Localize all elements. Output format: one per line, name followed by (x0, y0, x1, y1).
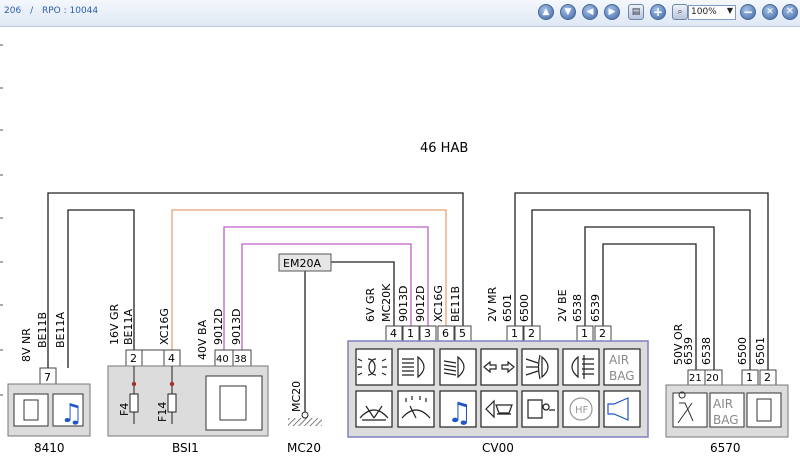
fuse-node (131, 381, 137, 387)
front-wiper-icon (355, 390, 393, 428)
fuse-f14-label: F14 (156, 402, 169, 422)
wire-label-6539: 6539 (589, 294, 602, 322)
pin-label: 5 (459, 327, 466, 340)
component-8410: 8V NR BE11B BE11A 7 ♫ 8410 (7, 312, 91, 455)
pin-label: 1 (746, 371, 753, 384)
wire-label-9013d-bsi: 9013D (230, 309, 243, 345)
pin-label: 38 (234, 354, 247, 365)
wire-label-mc20k: MC20K (380, 283, 393, 322)
wire-label-xc16g-bsi: XC16G (158, 308, 171, 345)
pin-label: 3 (424, 327, 431, 340)
fuse-f4-label: F4 (118, 403, 131, 416)
module-icon (13, 393, 49, 427)
pin-label: 2 (130, 352, 137, 365)
pin-label: 4 (390, 327, 397, 340)
pin-label: 2 (764, 371, 771, 384)
airbag-text-2: BAG (713, 413, 739, 427)
airbag-text-1: AIR (713, 397, 733, 411)
diagram-title: 46 HAB (420, 141, 468, 156)
module-icon (746, 392, 782, 428)
component-label: CV00 (482, 441, 514, 455)
music-note-glyph: ♫ (447, 396, 472, 429)
seatbelt-icon (672, 392, 708, 428)
indicator-icon (480, 348, 518, 386)
pin-label: 2 (599, 327, 606, 340)
conn-cv00-3-label: 2V BE (556, 289, 569, 322)
rear-fog-icon (562, 348, 600, 386)
wire-label-6539-6570: 6539 (682, 337, 695, 365)
music-note-glyph: ♫ (60, 399, 83, 429)
hf-text: HF (575, 405, 589, 416)
conn-8410-label: 8V NR (20, 328, 33, 362)
fuse-node (169, 381, 175, 387)
pin-label: 7 (44, 371, 51, 384)
component-label: 8410 (34, 441, 65, 455)
component-6570: 50V OR 6539 6538 6500 6501 21 20 1 2 AIR… (665, 323, 789, 455)
margin-ticks (0, 44, 3, 396)
wire-label-6538: 6538 (571, 294, 584, 322)
pin-label: 20 (706, 373, 719, 384)
module-icon (205, 375, 263, 431)
horn-icon (603, 390, 641, 428)
wire-label-mc20: MC20 (290, 381, 303, 412)
pin-label: 1 (511, 327, 518, 340)
pin-label: 4 (168, 352, 175, 365)
pin-label: 6 (442, 327, 449, 340)
wire-label-6501-6570: 6501 (754, 337, 767, 365)
wire-label-9012d-bsi: 9012D (212, 309, 225, 345)
wire-label-be11a: BE11A (54, 312, 67, 348)
airbag-light-text-2: BAG (609, 369, 635, 383)
airbag-light-text-1: AIR (609, 353, 629, 367)
washer-icon (397, 390, 435, 428)
fuse-f14 (167, 393, 177, 413)
component-bsi1: 16V GR BE11A XC16G 40V BA 9012D 9013D 2 … (107, 303, 269, 455)
conn-bsi1-right-label: 40V BA (196, 319, 209, 360)
ground-node (301, 411, 309, 419)
conn-cv00-1-label: 6V GR (364, 287, 377, 322)
conn-cv00-2-label: 2V MR (486, 286, 499, 322)
wire-label-be11a-bsi: BE11A (122, 309, 135, 345)
component-label: MC20 (287, 441, 321, 455)
wire-label-xc16g: XC16G (432, 285, 445, 322)
pin-label: 21 (689, 373, 702, 384)
wire-label-6500: 6500 (518, 294, 531, 322)
pin-label: 40 (216, 354, 229, 365)
pin-label: 1 (407, 327, 414, 340)
wire-label-9013d: 9013D (397, 286, 410, 322)
wire-label-9012d: 9012D (414, 286, 427, 322)
wire-label-6501: 6501 (501, 294, 514, 322)
component-label: BSI1 (172, 441, 199, 455)
pin-label: 1 (581, 327, 588, 340)
fuse-f4 (129, 393, 139, 413)
pin-box (141, 349, 165, 367)
wire-label-be11b-cv: BE11B (449, 286, 462, 322)
splice-label: EM20A (283, 257, 321, 270)
ground-symbol (288, 418, 322, 426)
pin-label: 2 (528, 327, 535, 340)
component-em20a: EM20A (278, 253, 332, 272)
component-label: 6570 (710, 441, 741, 455)
wire-label-be11b: BE11B (36, 312, 49, 348)
conn-bsi1-left-label: 16V GR (108, 303, 121, 345)
wiring-diagram: 46 HAB 8V NR BE11B BE11A 7 ♫ 8410 16V GR… (0, 44, 789, 455)
wire-label-6500-6570: 6500 (736, 337, 749, 365)
wire-label-6538-6570: 6538 (700, 337, 713, 365)
